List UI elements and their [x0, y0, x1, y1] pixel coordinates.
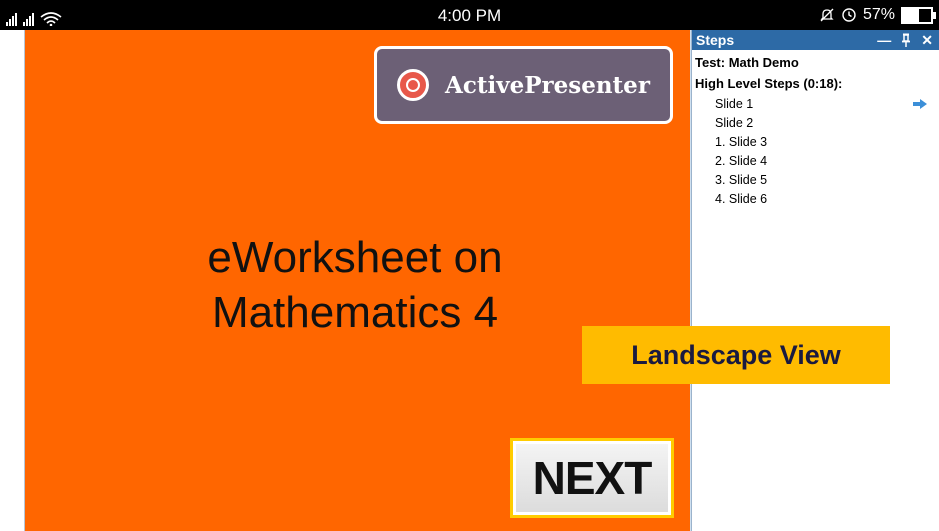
slide-title-line1: eWorksheet on: [207, 233, 503, 282]
slide-title-line2: Mathematics 4: [211, 288, 499, 337]
steps-panel-header: Steps — ✕: [692, 30, 939, 50]
logo-text: ActivePresenter: [445, 71, 650, 99]
steps-test-name: Test: Math Demo: [695, 55, 799, 70]
battery-percent: 57%: [862, 6, 895, 23]
steps-header-controls: — ✕: [877, 30, 933, 50]
slide-title: eWorksheet on Mathematics 4: [145, 230, 565, 340]
step-label: 4. Slide 6: [715, 192, 768, 206]
step-item[interactable]: 2. Slide 4: [692, 152, 939, 171]
step-label: Slide 2: [715, 116, 754, 130]
step-item[interactable]: Slide 1: [692, 95, 939, 114]
steps-panel-title: Steps: [696, 32, 735, 48]
step-label: 2. Slide 4: [715, 154, 768, 168]
step-label: 3. Slide 5: [715, 173, 768, 187]
status-time: 4:00 PM: [437, 6, 502, 25]
next-button[interactable]: NEXT: [510, 438, 674, 518]
steps-panel: Steps — ✕ Test: Math Demo High Level Ste…: [691, 30, 939, 531]
arrow-right-icon: [913, 99, 927, 109]
activepresenter-logo: ActivePresenter: [374, 46, 673, 124]
slide-canvas: ActivePresenter eWorksheet on Mathematic…: [25, 30, 690, 531]
steps-list: Slide 1 Slide 2 1. Slide 3 2. Slide 4 3.…: [692, 95, 939, 209]
clock-icon: [842, 8, 856, 22]
step-item[interactable]: 4. Slide 6: [692, 190, 939, 209]
battery-fill: [903, 8, 919, 22]
step-label: 1. Slide 3: [715, 135, 768, 149]
battery-icon: [901, 6, 936, 24]
alarm-off-icon: [820, 8, 834, 22]
steps-high-level-heading: High Level Steps (0:18):: [695, 76, 843, 91]
minimize-icon[interactable]: —: [877, 32, 891, 48]
status-right: 57%: [819, 6, 936, 24]
step-item[interactable]: 3. Slide 5: [692, 171, 939, 190]
close-icon[interactable]: ✕: [921, 32, 933, 49]
pin-icon[interactable]: [901, 33, 911, 47]
step-label: Slide 1: [715, 97, 754, 111]
activepresenter-logo-icon: [397, 69, 429, 101]
step-item[interactable]: 1. Slide 3: [692, 133, 939, 152]
step-item[interactable]: Slide 2: [692, 114, 939, 133]
landscape-view-label: Landscape View: [582, 326, 890, 384]
next-button-label: NEXT: [516, 444, 668, 512]
left-frame: [0, 30, 25, 531]
status-bar: 4:00 PM 57%: [0, 0, 939, 30]
